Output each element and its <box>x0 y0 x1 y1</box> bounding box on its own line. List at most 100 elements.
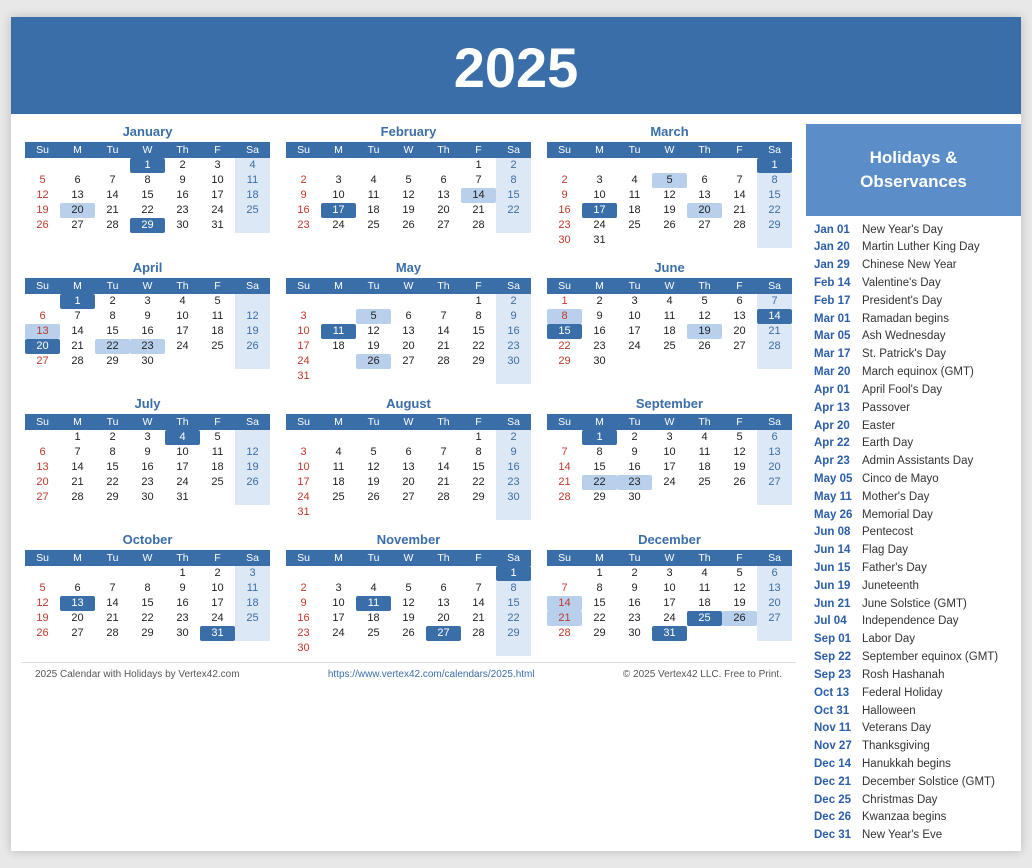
list-item: Sep 23Rosh Hashanah <box>814 667 1013 685</box>
table-cell <box>391 369 426 384</box>
holiday-name: Rosh Hashanah <box>862 667 944 685</box>
table-cell: 4 <box>356 173 391 188</box>
table-cell: 11 <box>200 445 235 460</box>
table-cell: 5 <box>687 294 722 309</box>
holiday-name: St. Patrick's Day <box>862 346 946 364</box>
col-th: Th <box>687 142 722 158</box>
table-cell: 10 <box>652 445 687 460</box>
holiday-name: Juneteenth <box>862 578 919 596</box>
table-cell: 17 <box>321 203 356 218</box>
col-su: Su <box>547 550 582 566</box>
table-cell: 23 <box>496 475 531 490</box>
table-cell: 14 <box>95 188 130 203</box>
col-tu: Tu <box>617 414 652 430</box>
table-cell: 24 <box>286 490 321 505</box>
table-cell: 5 <box>25 173 60 188</box>
holiday-name: Flag Day <box>862 542 908 560</box>
table-cell: 21 <box>95 611 130 626</box>
table-cell: 30 <box>496 354 531 369</box>
table-cell <box>687 490 722 505</box>
col-f: F <box>200 142 235 158</box>
table-cell: 6 <box>391 445 426 460</box>
month-march: March Su M Tu W Th F Sa <box>547 124 792 248</box>
table-cell: 8 <box>95 445 130 460</box>
table-cell: 22 <box>130 611 165 626</box>
footer: 2025 Calendar with Holidays by Vertex42.… <box>21 662 796 686</box>
table-cell: 1 <box>165 566 200 581</box>
holiday-name: Hanukkah begins <box>862 756 951 774</box>
table-cell <box>321 309 356 324</box>
table-cell: 21 <box>757 324 792 339</box>
table-cell: 28 <box>60 490 95 505</box>
table-cell: 24 <box>165 475 200 490</box>
table-cell: 7 <box>722 173 757 188</box>
table-cell <box>426 430 461 445</box>
list-item: Dec 31New Year's Eve <box>814 827 1013 845</box>
holiday-date: Sep 22 <box>814 649 858 667</box>
col-th: Th <box>426 550 461 566</box>
table-cell: 16 <box>547 203 582 218</box>
holiday-name: Ash Wednesday <box>862 328 946 346</box>
holiday-date: Oct 13 <box>814 685 858 703</box>
table-cell: 15 <box>95 460 130 475</box>
holiday-name: Passover <box>862 400 910 418</box>
table-cell <box>321 294 356 309</box>
table-cell: 12 <box>356 460 391 475</box>
list-item: May 05Cinco de Mayo <box>814 471 1013 489</box>
col-sa: Sa <box>757 550 792 566</box>
table-cell: 19 <box>652 203 687 218</box>
footer-link[interactable]: https://www.vertex42.com/calendars/2025.… <box>328 669 535 680</box>
col-sa: Sa <box>757 142 792 158</box>
table-cell: 18 <box>356 611 391 626</box>
table-cell: 20 <box>25 339 60 354</box>
holiday-name: Martin Luther King Day <box>862 239 980 257</box>
table-cell <box>235 490 270 505</box>
holiday-name: Christmas Day <box>862 792 937 810</box>
holiday-date: Jul 04 <box>814 613 858 631</box>
table-cell: 9 <box>547 188 582 203</box>
month-october: October Su M Tu W Th F Sa <box>25 532 270 656</box>
table-cell <box>391 566 426 581</box>
table-cell <box>426 369 461 384</box>
table-cell: 23 <box>130 339 165 354</box>
table-cell: 22 <box>95 339 130 354</box>
table-cell: 18 <box>617 203 652 218</box>
col-su: Su <box>286 550 321 566</box>
table-cell <box>687 233 722 248</box>
table-cell: 7 <box>95 173 130 188</box>
table-cell: 1 <box>60 294 95 309</box>
table-cell: 15 <box>461 324 496 339</box>
table-cell: 25 <box>235 611 270 626</box>
table-cell: 14 <box>60 324 95 339</box>
table-cell <box>496 641 531 656</box>
holiday-date: Dec 25 <box>814 792 858 810</box>
table-cell: 14 <box>426 460 461 475</box>
month-november: November Su M Tu W Th F Sa <box>286 532 531 656</box>
col-tu: Tu <box>356 550 391 566</box>
table-cell: 19 <box>722 460 757 475</box>
holiday-date: Nov 27 <box>814 738 858 756</box>
col-su: Su <box>25 550 60 566</box>
table-cell: 22 <box>130 203 165 218</box>
table-cell: 8 <box>95 309 130 324</box>
table-cell: 16 <box>286 611 321 626</box>
col-m: M <box>582 550 617 566</box>
table-cell: 18 <box>200 324 235 339</box>
col-th: Th <box>687 550 722 566</box>
table-cell <box>60 158 95 173</box>
table-cell: 5 <box>25 581 60 596</box>
table-cell: 26 <box>722 611 757 626</box>
col-sa: Sa <box>235 278 270 294</box>
table-cell: 7 <box>547 581 582 596</box>
holiday-name: New Year's Day <box>862 222 943 240</box>
col-m: M <box>582 278 617 294</box>
col-f: F <box>722 278 757 294</box>
table-cell: 17 <box>321 611 356 626</box>
holiday-date: Jan 20 <box>814 239 858 257</box>
table-cell: 16 <box>496 460 531 475</box>
col-tu: Tu <box>617 278 652 294</box>
table-cell: 22 <box>496 611 531 626</box>
table-cell: 1 <box>130 158 165 173</box>
table-cell <box>286 430 321 445</box>
table-cell: 9 <box>617 445 652 460</box>
